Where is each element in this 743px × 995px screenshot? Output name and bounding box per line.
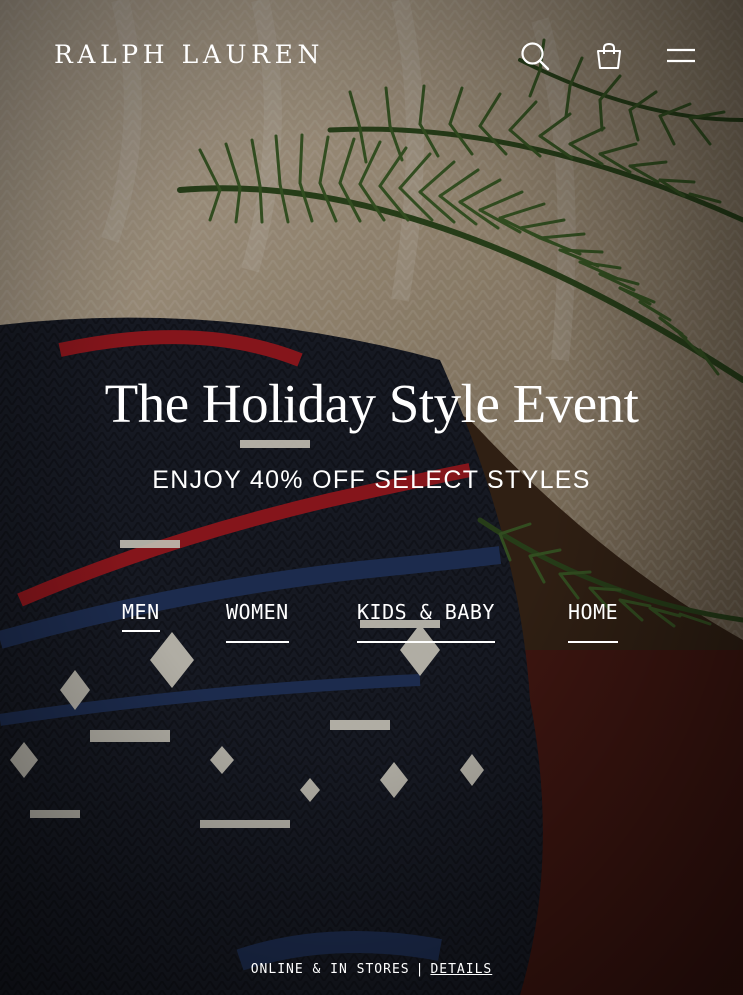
shopping-bag-icon[interactable] — [591, 38, 627, 74]
site-header: RALPH LAUREN — [0, 0, 743, 110]
category-underline — [226, 641, 289, 643]
hero-background-image — [0, 0, 743, 995]
category-label: WOMEN — [226, 600, 289, 624]
category-underline — [568, 641, 619, 643]
ralph-lauren-logo[interactable]: RALPH LAUREN — [54, 40, 324, 69]
availability-text: ONLINE & IN STORES — [250, 962, 410, 977]
menu-icon[interactable] — [663, 38, 699, 74]
category-underline — [122, 630, 160, 632]
separator: | — [415, 962, 425, 977]
category-link-kids-baby[interactable]: KIDS & BABY — [357, 600, 495, 643]
category-label: KIDS & BABY — [357, 600, 495, 624]
details-link[interactable]: DETAILS — [430, 962, 492, 977]
category-label: MEN — [122, 600, 160, 624]
category-underline — [357, 641, 495, 643]
hero-banner[interactable]: RALPH LAUREN The Holiday Style Event ENJ… — [0, 0, 743, 995]
category-link-women[interactable]: WOMEN — [226, 600, 289, 643]
category-link-home[interactable]: HOME — [568, 600, 619, 643]
hero-title: The Holiday Style Event — [104, 373, 639, 434]
promo-availability-line: ONLINE & IN STORES | DETAILS — [0, 962, 743, 977]
search-icon[interactable] — [517, 38, 553, 74]
category-link-men[interactable]: MEN — [122, 600, 160, 632]
category-label: HOME — [568, 600, 619, 624]
hero-subtitle: ENJOY 40% OFF SELECT STYLES — [152, 466, 591, 494]
